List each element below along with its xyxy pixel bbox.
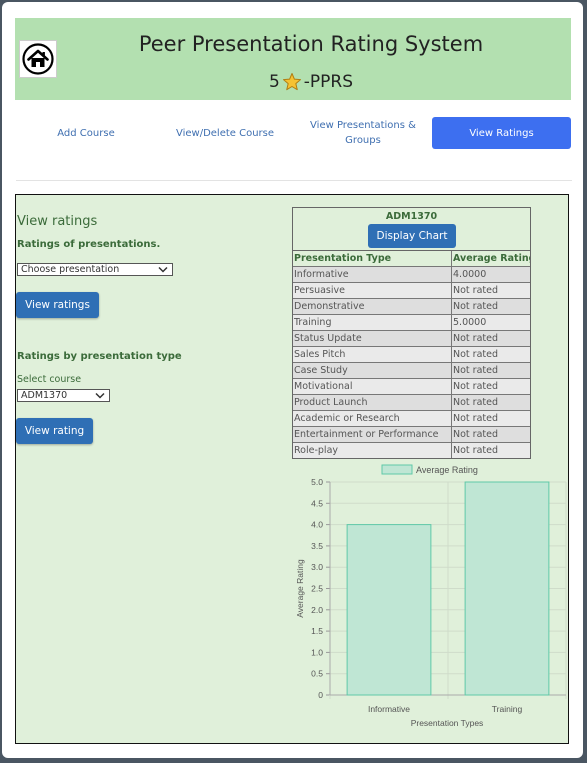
subtitle-suffix: -PPRS	[303, 72, 354, 92]
y-tick-label: 0.5	[311, 669, 323, 679]
average-rating-cell: 4.0000	[453, 269, 487, 280]
presentation-type-cell: Entertainment or Performance	[293, 427, 452, 442]
ratings-by-type-heading: Ratings by presentation type	[17, 351, 182, 362]
x-axis-title: Presentation Types	[411, 718, 484, 728]
table-row: Product Launch Not rated	[293, 395, 530, 411]
select-course-label: Select course	[17, 374, 82, 385]
course-select[interactable]: ADM1370	[17, 389, 110, 402]
ratings-of-presentations-heading: Ratings of presentations.	[17, 239, 161, 250]
y-tick-label: 3.0	[311, 562, 323, 572]
header: Peer Presentation Rating System 5 -PPRS	[15, 18, 571, 100]
nav-view-presentations[interactable]: View Presentations & Groups	[306, 111, 420, 155]
table-header: ADM1370 Display Chart	[293, 208, 530, 251]
y-tick-label: 2.0	[311, 605, 323, 615]
table-row: Status Update Not rated	[293, 331, 530, 347]
bar	[346, 524, 432, 696]
presentation-type-cell: Case Study	[293, 363, 452, 378]
table-body: Informative 4.0000 Persuasive Not rated Demo…	[293, 267, 530, 458]
bar-chart: Average Rating 0 0.5 1.0 1.5 2.0 2.5 3.0 3.5 4.0 4…	[295, 464, 567, 728]
average-rating-cell: Not rated	[453, 301, 498, 312]
table-course-code: ADM1370	[385, 211, 438, 222]
ratings-chart: Average Rating 0 0.5 1.0 1.5 2.0 2.5 3.0 3.5 4.0 4…	[292, 462, 568, 732]
ratings-panel: View ratings Ratings of presentations. C…	[15, 194, 569, 744]
chevron-down-icon	[95, 392, 105, 399]
presentation-type-cell: Demonstrative	[293, 299, 452, 314]
average-rating-cell: Not rated	[453, 285, 498, 296]
column-header-type: Presentation Type	[293, 251, 452, 266]
table-row: Entertainment or Performance Not rated	[293, 427, 530, 443]
y-tick-label: 0	[318, 690, 323, 700]
y-tick-label: 2.5	[311, 584, 323, 594]
ratings-table: ADM1370 Display Chart Presentation Type …	[292, 207, 531, 459]
y-tick-label: 5.0	[311, 477, 323, 487]
x-tick-label: Informative	[368, 704, 410, 714]
page-subtitle: 5 -PPRS	[15, 72, 571, 92]
y-axis-title: Average Rating	[295, 559, 305, 618]
average-rating-cell: Not rated	[453, 381, 498, 392]
legend-swatch	[381, 464, 413, 475]
table-row: Role-play Not rated	[293, 443, 530, 458]
presentation-type-cell: Motivational	[293, 379, 452, 394]
nav-add-course[interactable]: Add Course	[16, 117, 156, 149]
x-tick-label: Training	[492, 704, 523, 714]
main-nav: Add Course View/Delete Course View Prese…	[16, 117, 572, 165]
average-rating-cell: Not rated	[453, 365, 498, 376]
nav-view-ratings[interactable]: View Ratings	[432, 117, 571, 149]
table-row: Persuasive Not rated	[293, 283, 530, 299]
choose-presentation-value: Choose presentation	[21, 264, 120, 275]
legend-label: Average Rating	[416, 465, 478, 475]
presentation-type-cell: Informative	[293, 267, 452, 282]
table-column-headers: Presentation Type Average Rating	[293, 251, 530, 267]
average-rating-cell: Not rated	[453, 349, 498, 360]
average-rating-cell: Not rated	[453, 333, 498, 344]
nav-view-delete-course[interactable]: View/Delete Course	[156, 117, 294, 149]
presentation-type-cell: Academic or Research	[293, 411, 452, 426]
y-tick-label: 4.5	[311, 498, 323, 508]
y-tick-label: 1.0	[311, 647, 323, 657]
average-rating-cell: Not rated	[453, 445, 498, 456]
y-tick-label: 4.0	[311, 520, 323, 530]
star-icon	[282, 73, 301, 91]
table-row: Motivational Not rated	[293, 379, 530, 395]
course-select-value: ADM1370	[21, 390, 68, 401]
table-row: Case Study Not rated	[293, 363, 530, 379]
table-row: Training 5.0000	[293, 315, 530, 331]
table-row: Demonstrative Not rated	[293, 299, 530, 315]
view-rating-button[interactable]: View rating	[16, 418, 93, 444]
table-row: Sales Pitch Not rated	[293, 347, 530, 363]
presentation-type-cell: Training	[293, 315, 452, 330]
presentation-type-cell: Role-play	[293, 443, 452, 458]
nav-divider	[16, 180, 572, 181]
table-row: Informative 4.0000	[293, 267, 530, 283]
display-chart-button[interactable]: Display Chart	[368, 224, 456, 248]
bar	[464, 481, 550, 696]
view-ratings-heading: View ratings	[17, 214, 98, 229]
y-tick-label: 3.5	[311, 541, 323, 551]
presentation-type-cell: Sales Pitch	[293, 347, 452, 362]
average-rating-cell: 5.0000	[453, 317, 487, 328]
y-tick-label: 1.5	[311, 626, 323, 636]
table-row: Academic or Research Not rated	[293, 411, 530, 427]
presentation-type-cell: Persuasive	[293, 283, 452, 298]
presentation-type-cell: Status Update	[293, 331, 452, 346]
subtitle-prefix: 5	[268, 72, 280, 92]
chevron-down-icon	[158, 266, 168, 273]
choose-presentation-select[interactable]: Choose presentation	[17, 263, 173, 276]
view-ratings-button[interactable]: View ratings	[16, 292, 99, 318]
column-header-average: Average Rating	[453, 253, 530, 264]
average-rating-cell: Not rated	[453, 429, 498, 440]
average-rating-cell: Not rated	[453, 413, 498, 424]
average-rating-cell: Not rated	[453, 397, 498, 408]
page-title: Peer Presentation Rating System	[138, 32, 484, 56]
presentation-type-cell: Product Launch	[293, 395, 452, 410]
